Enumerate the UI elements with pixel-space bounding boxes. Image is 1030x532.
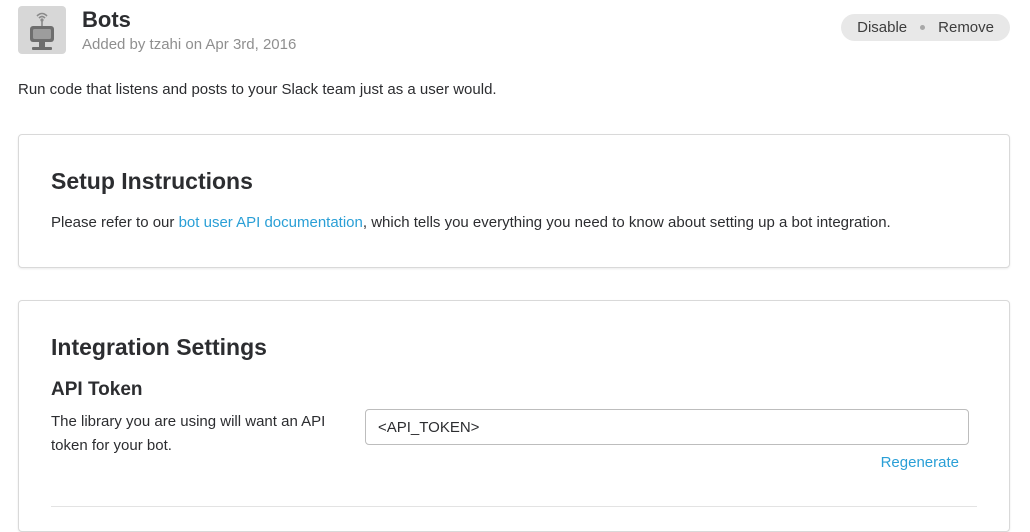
setup-text: Please refer to our bot user API documen…	[51, 214, 891, 231]
api-token-label: API Token	[51, 379, 143, 400]
api-documentation-link[interactable]: bot user API documentation	[179, 214, 363, 231]
integration-description: Run code that listens and posts to your …	[18, 81, 497, 98]
page-title: Bots	[82, 7, 131, 32]
separator-dot	[920, 25, 926, 30]
robot-icon	[18, 6, 66, 54]
integration-actions: Disable Remove	[841, 14, 1010, 41]
setup-instructions-card: Setup Instructions Please refer to our b…	[18, 134, 1010, 268]
remove-button[interactable]: Remove	[938, 19, 994, 36]
disable-button[interactable]: Disable	[857, 19, 907, 36]
setup-heading: Setup Instructions	[51, 168, 253, 194]
integration-header: Bots Added by tzahi on Apr 3rd, 2016 Dis…	[18, 6, 1010, 56]
settings-heading: Integration Settings	[51, 334, 267, 360]
added-by-text: Added by tzahi on Apr 3rd, 2016	[82, 36, 297, 53]
api-token-help: The library you are using will want an A…	[51, 413, 326, 454]
api-token-field[interactable]	[365, 409, 969, 445]
integration-settings-card: Integration Settings API Token The libra…	[18, 300, 1010, 532]
setup-text-before: Please refer to our	[51, 214, 179, 231]
setup-text-after: , which tells you everything you need to…	[362, 214, 891, 231]
divider	[51, 506, 977, 507]
regenerate-link[interactable]: Regenerate	[881, 454, 959, 471]
